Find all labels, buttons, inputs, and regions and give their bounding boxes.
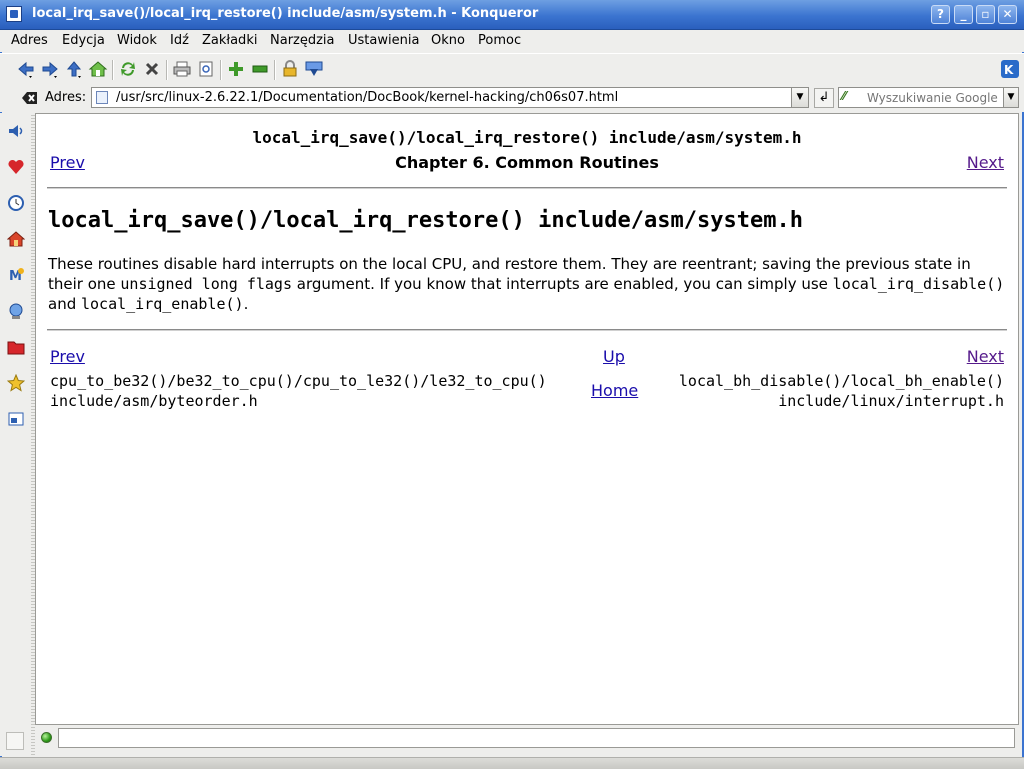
stop-icon[interactable] (142, 59, 162, 79)
footer-next-title-line: include/linux/interrupt.h (778, 392, 1004, 410)
menu-zakladki[interactable]: Zakładki (202, 33, 257, 48)
footer-next-title-line: local_bh_disable()/local_bh_enable() (678, 372, 1004, 390)
section-heading: local_irq_save()/local_irq_restore() inc… (48, 208, 803, 233)
main-toolbar: K (0, 53, 1024, 85)
code-flags: unsigned long flags (120, 275, 292, 293)
toolbar-separator (220, 60, 222, 80)
location-dropdown-icon[interactable]: ▼ (791, 88, 808, 107)
location-url[interactable]: /usr/src/linux-2.6.22.1/Documentation/Do… (116, 90, 618, 105)
minimize-button[interactable]: _ (954, 5, 973, 24)
sidebar-kmail-icon[interactable]: M (5, 263, 26, 287)
sidebar-media-player-icon[interactable] (5, 119, 26, 143)
clear-location-icon[interactable] (20, 88, 40, 108)
location-combobox[interactable]: /usr/src/linux-2.6.22.1/Documentation/Do… (91, 87, 809, 108)
connection-status-icon (41, 732, 52, 743)
reload-icon[interactable] (118, 59, 138, 79)
sidebar-config-button[interactable] (6, 732, 24, 750)
menu-narzedzia[interactable]: Narzędzia (270, 33, 335, 48)
para-text: . (243, 295, 249, 313)
forward-icon[interactable] (40, 59, 60, 79)
footer-prev-title-line: include/asm/byteorder.h (50, 392, 258, 410)
sidebar-services-icon[interactable] (5, 407, 26, 431)
go-button[interactable]: ↲ (814, 88, 834, 108)
bookmark-download-icon[interactable] (304, 59, 324, 79)
footer-next-title: local_bh_disable()/local_bh_enable() inc… (679, 371, 1004, 411)
sidebar-root-folder-icon[interactable] (5, 335, 26, 359)
status-text-field (58, 728, 1015, 748)
location-label: Adres: (45, 90, 87, 105)
menu-okno[interactable]: Okno (431, 33, 465, 48)
nav-chapter-title: Chapter 6. Common Routines (395, 153, 659, 172)
sidebar-favorites-icon[interactable] (5, 371, 26, 395)
page-icon (96, 91, 108, 104)
menu-ustawienia[interactable]: Ustawienia (348, 33, 419, 48)
toolbar-separator (274, 60, 276, 80)
svg-text:K: K (1004, 63, 1014, 77)
header-divider (47, 187, 1007, 189)
zoom-out-icon[interactable] (250, 59, 270, 79)
search-input[interactable] (867, 89, 1003, 106)
navheader-title: local_irq_save()/local_irq_restore() inc… (252, 128, 802, 147)
help-button[interactable]: ? (931, 5, 950, 24)
menu-bar: Adres Edycja Widok Idź Zakładki Narzędzi… (0, 30, 1024, 52)
search-provider-icon[interactable]: ⁄⁄ (842, 89, 846, 103)
menu-edycja[interactable]: Edycja (62, 33, 105, 48)
sidebar-bookmarks-icon[interactable] (5, 155, 26, 179)
title-bar[interactable]: local_irq_save()/local_irq_restore() inc… (0, 0, 1024, 30)
footer-up-link[interactable]: Up (603, 347, 625, 366)
footer-divider (47, 329, 1007, 331)
navigation-sidebar: M (0, 113, 30, 756)
footer-home-link[interactable]: Home (591, 381, 638, 400)
code-irq-enable: local_irq_enable() (81, 295, 244, 313)
footer-prev-title: cpu_to_be32()/be32_to_cpu()/cpu_to_le32(… (50, 371, 547, 411)
menu-adres[interactable]: Adres (11, 33, 48, 48)
code-irq-disable: local_irq_disable() (832, 275, 1005, 293)
sidebar-history-icon[interactable] (5, 191, 26, 215)
window-bottom-border[interactable] (0, 757, 1024, 769)
sidebar-network-icon[interactable] (5, 299, 26, 323)
footer-prev-link[interactable]: Prev (50, 347, 85, 366)
location-bar: Adres: /usr/src/linux-2.6.22.1/Documenta… (0, 84, 1024, 112)
up-icon[interactable] (64, 59, 84, 79)
search-dropdown-icon[interactable]: ▼ (1003, 88, 1018, 107)
home-icon[interactable] (88, 59, 108, 79)
security-lock-icon[interactable] (280, 59, 300, 79)
toolbar-separator (112, 60, 114, 80)
close-button[interactable]: ✕ (998, 5, 1017, 24)
para-text: argument. If you know that interrupts ar… (292, 275, 833, 293)
toolbar-separator (166, 60, 168, 80)
nav-next-link[interactable]: Next (967, 153, 1004, 172)
status-bar (35, 727, 1019, 749)
footer-prev-title-line: cpu_to_be32()/be32_to_cpu()/cpu_to_le32(… (50, 372, 547, 390)
print-icon[interactable] (172, 59, 192, 79)
kde-logo-icon[interactable]: K (1000, 59, 1020, 79)
window-menu-icon[interactable] (6, 6, 22, 22)
menu-idz[interactable]: Idź (170, 33, 189, 48)
search-box[interactable]: ⁄⁄ ▼ (838, 87, 1019, 108)
back-icon[interactable] (16, 59, 36, 79)
maximize-button[interactable]: ▫ (976, 5, 995, 24)
para-text: and (48, 295, 81, 313)
window-title: local_irq_save()/local_irq_restore() inc… (32, 6, 539, 21)
print-preview-icon[interactable] (196, 59, 216, 79)
menu-pomoc[interactable]: Pomoc (478, 33, 521, 48)
menu-widok[interactable]: Widok (117, 33, 157, 48)
section-paragraph: These routines disable hard interrupts o… (48, 254, 1008, 314)
page-view: local_irq_save()/local_irq_restore() inc… (35, 113, 1019, 725)
zoom-in-icon[interactable] (226, 59, 246, 79)
footer-next-link[interactable]: Next (967, 347, 1004, 366)
sidebar-home-folder-icon[interactable] (5, 227, 26, 251)
